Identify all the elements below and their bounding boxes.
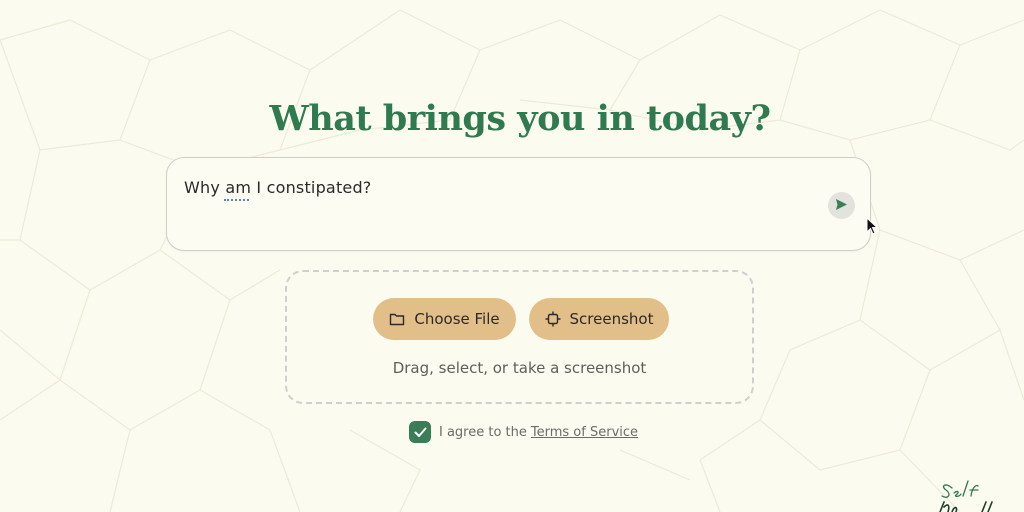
dropzone-hint: Drag, select, or take a screenshot — [392, 359, 647, 377]
checkmark-icon — [414, 423, 427, 442]
prompt-input-value[interactable]: Why am I constipated? — [184, 178, 372, 197]
upload-dropzone[interactable]: Choose File Screenshot Drag, select, or … — [285, 270, 754, 404]
choose-file-button[interactable]: Choose File — [373, 298, 516, 340]
brand-logo — [932, 478, 1002, 512]
terms-agree-text: I agree to the — [439, 424, 527, 440]
page-title: What brings you in today? — [269, 98, 771, 139]
send-arrow-icon — [835, 196, 848, 215]
crop-icon — [545, 311, 561, 327]
screenshot-label: Screenshot — [569, 310, 654, 328]
screenshot-button[interactable]: Screenshot — [529, 298, 669, 340]
mouse-pointer-icon — [866, 216, 879, 239]
choose-file-label: Choose File — [414, 310, 500, 328]
terms-of-service-link[interactable]: Terms of Service — [531, 425, 638, 440]
spellcheck-underline — [224, 197, 249, 201]
folder-icon — [389, 312, 405, 326]
prompt-input[interactable]: Why am I constipated? — [166, 157, 871, 251]
terms-agreement: I agree to the Terms of Service — [409, 421, 638, 443]
send-button[interactable] — [828, 192, 855, 219]
terms-checkbox[interactable] — [409, 421, 431, 443]
